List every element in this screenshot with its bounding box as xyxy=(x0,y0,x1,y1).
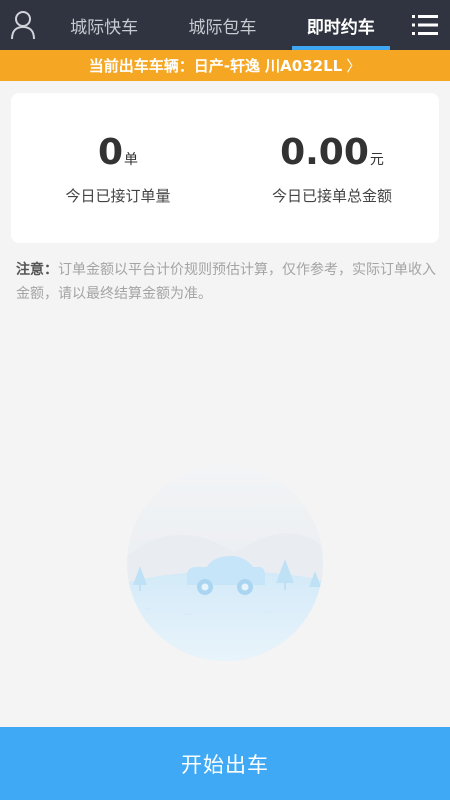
amount-unit: 元 xyxy=(369,152,384,168)
top-navigation-bar: 城际快车 城际包车 即时约车 xyxy=(0,0,450,50)
current-vehicle-label: 当前出车车辆：日产-轩逸 川A032LL xyxy=(88,57,343,75)
tab-instant-booking[interactable]: 即时约车 xyxy=(282,0,400,50)
list-menu-icon[interactable] xyxy=(408,9,442,41)
start-driving-button[interactable]: 开始出车 xyxy=(0,727,450,800)
current-vehicle-bar[interactable]: 当前出车车辆：日产-轩逸 川A032LL 〉 xyxy=(0,50,450,81)
chevron-right-icon: 〉 xyxy=(346,57,362,75)
amount-value: 0.00 xyxy=(280,132,369,173)
notice-label: 注意： xyxy=(16,262,58,278)
today-stats-card: 0 单 今日已接订单量 0.00 元 今日已接单总金额 xyxy=(11,93,439,243)
amount-stat: 0.00 元 今日已接单总金额 xyxy=(225,93,439,243)
tab-intercity-express[interactable]: 城际快车 xyxy=(45,0,163,50)
orders-label: 今日已接订单量 xyxy=(65,187,171,205)
orders-unit: 单 xyxy=(124,152,139,168)
orders-stat: 0 单 今日已接订单量 xyxy=(11,93,225,243)
car-empty-illustration xyxy=(125,463,325,663)
tab-bar: 城际快车 城际包车 即时约车 xyxy=(45,0,400,50)
tab-intercity-charter[interactable]: 城际包车 xyxy=(163,0,281,50)
orders-count: 0 xyxy=(97,132,124,173)
user-icon[interactable] xyxy=(6,7,40,43)
notice-text: 订单金额以平台计价规则预估计算，仅作参考，实际订单收入金额，请以最终结算金额为准… xyxy=(16,262,436,302)
amount-label: 今日已接单总金额 xyxy=(271,187,392,205)
price-notice: 注意：订单金额以平台计价规则预估计算，仅作参考，实际订单收入金额，请以最终结算金… xyxy=(16,258,436,306)
